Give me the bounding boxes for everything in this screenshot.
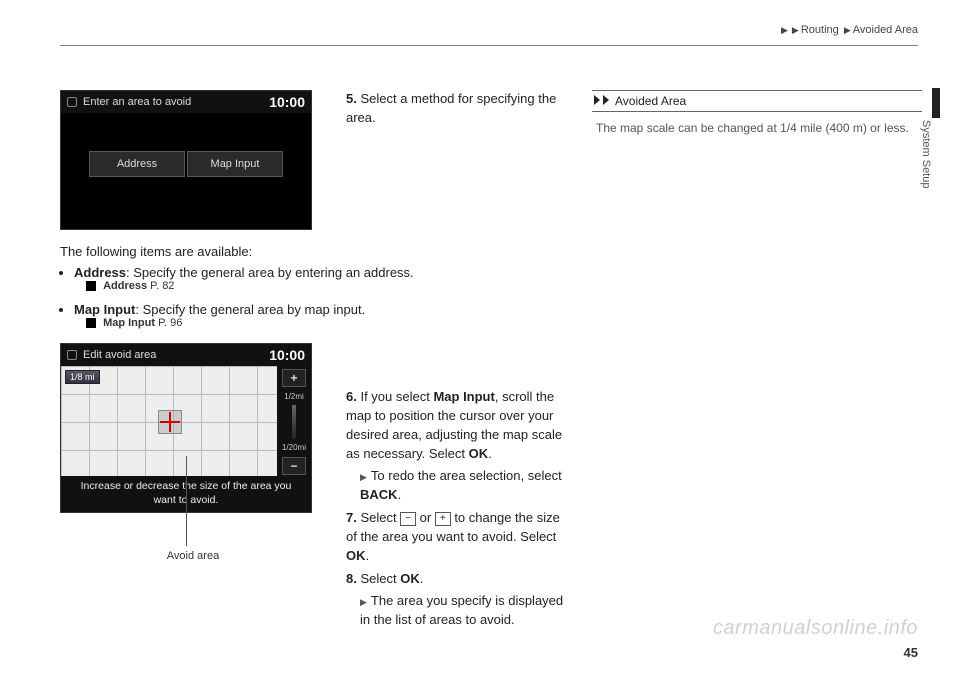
bold: OK [346, 548, 366, 563]
link-icon [86, 280, 100, 292]
bold: OK [400, 571, 420, 586]
step-8: 8. Select OK. [346, 570, 571, 589]
list-item: Address: Specify the general area by ent… [74, 265, 570, 292]
address-button: Address [89, 151, 185, 177]
chevron-icon: ▶ [792, 25, 799, 35]
text: Select [360, 571, 400, 586]
screenshot-enter-area: Enter an area to avoid 10:00 Address Map… [60, 90, 312, 230]
map-cursor-icon [160, 412, 180, 432]
callout-label: Avoid area [148, 550, 238, 562]
text: . [420, 571, 424, 586]
watermark: carmanualsonline.info [713, 617, 918, 640]
chevron-icon [606, 94, 609, 108]
breadcrumb: ▶▶Routing ▶Avoided Area [60, 24, 918, 46]
sidebar-heading: Avoided Area [592, 90, 922, 112]
step-number: 5. [346, 91, 357, 106]
zoom-out-button: − [282, 457, 306, 475]
step-6: 6. If you select Map Input, scroll the m… [346, 388, 571, 463]
zoom-label: 1/20mi [282, 443, 306, 452]
step-text: Select a method for specifying the area. [346, 91, 556, 125]
triangle-icon [360, 593, 371, 608]
item-label: Map Input [74, 302, 135, 317]
step-5: 5. Select a method for specifying the ar… [346, 90, 571, 128]
ref-page: P. 96 [158, 317, 182, 329]
text: or [416, 510, 435, 525]
text: . [398, 487, 402, 502]
chevron-icon [592, 94, 600, 108]
page-tab-marker [932, 88, 940, 118]
step-8-sub: The area you specify is displayed in the… [346, 592, 571, 630]
items-intro: The following items are available: [60, 244, 570, 259]
chevron-icon: ▶ [844, 25, 851, 35]
reference-link: Map Input P. 96 [86, 317, 570, 329]
breadcrumb-item: Routing [801, 24, 839, 36]
sidebar-note: Avoided Area The map scale can be change… [592, 90, 922, 145]
item-desc: : Specify the general area by entering a… [126, 265, 414, 280]
sidebar-body: The map scale can be changed at 1/4 mile… [592, 112, 922, 145]
ref-label: Address [103, 280, 147, 292]
screenshot-titlebar: Edit avoid area 10:00 [61, 344, 311, 366]
text: . [488, 446, 492, 461]
bold: BACK [360, 487, 398, 502]
bold: Map Input [433, 389, 494, 404]
back-icon [67, 97, 77, 107]
step-number: 6. [346, 389, 357, 404]
text: If you select [360, 389, 433, 404]
scale-badge: 1/8 mi [65, 370, 100, 384]
ref-label: Map Input [103, 317, 155, 329]
text: The area you specify is displayed in the… [360, 593, 563, 627]
map-input-button: Map Input [187, 151, 283, 177]
screenshot-titlebar: Enter an area to avoid 10:00 [61, 91, 311, 113]
callout-line [186, 456, 187, 546]
item-desc: : Specify the general area by map input. [135, 302, 365, 317]
item-label: Address [74, 265, 126, 280]
back-icon [67, 350, 77, 360]
minus-icon: − [400, 512, 416, 526]
step-number: 7. [346, 510, 357, 525]
step-number: 8. [346, 571, 357, 586]
step-7: 7. Select − or + to change the size of t… [346, 509, 571, 566]
breadcrumb-item: Avoided Area [853, 24, 918, 36]
reference-link: Address P. 82 [86, 280, 570, 292]
text: . [366, 548, 370, 563]
step-6-sub: To redo the area selection, select BACK. [346, 467, 571, 505]
list-item: Map Input: Specify the general area by m… [74, 302, 570, 329]
zoom-controls: + 1/2mi 1/20mi − [277, 366, 311, 478]
screenshot-title: Enter an area to avoid [83, 96, 191, 108]
text: Select [360, 510, 400, 525]
text: To redo the area selection, select [371, 468, 562, 483]
page-number: 45 [904, 645, 918, 660]
clock: 10:00 [269, 94, 305, 110]
manual-page: ▶▶Routing ▶Avoided Area System Setup Ent… [0, 0, 960, 678]
clock: 10:00 [269, 347, 305, 363]
steps-6-8: 6. If you select Map Input, scroll the m… [346, 388, 571, 634]
available-items-list: Address: Specify the general area by ent… [60, 265, 570, 329]
bold: OK [469, 446, 489, 461]
ref-page: P. 82 [150, 280, 174, 292]
zoom-label: 1/2mi [284, 392, 304, 401]
triangle-icon [360, 468, 371, 483]
zoom-in-button: + [282, 369, 306, 387]
plus-icon: + [435, 512, 451, 526]
sidebar-title: Avoided Area [615, 94, 686, 108]
chevron-icon: ▶ [781, 25, 788, 35]
screenshot-title: Edit avoid area [83, 349, 156, 361]
link-icon [86, 317, 100, 329]
